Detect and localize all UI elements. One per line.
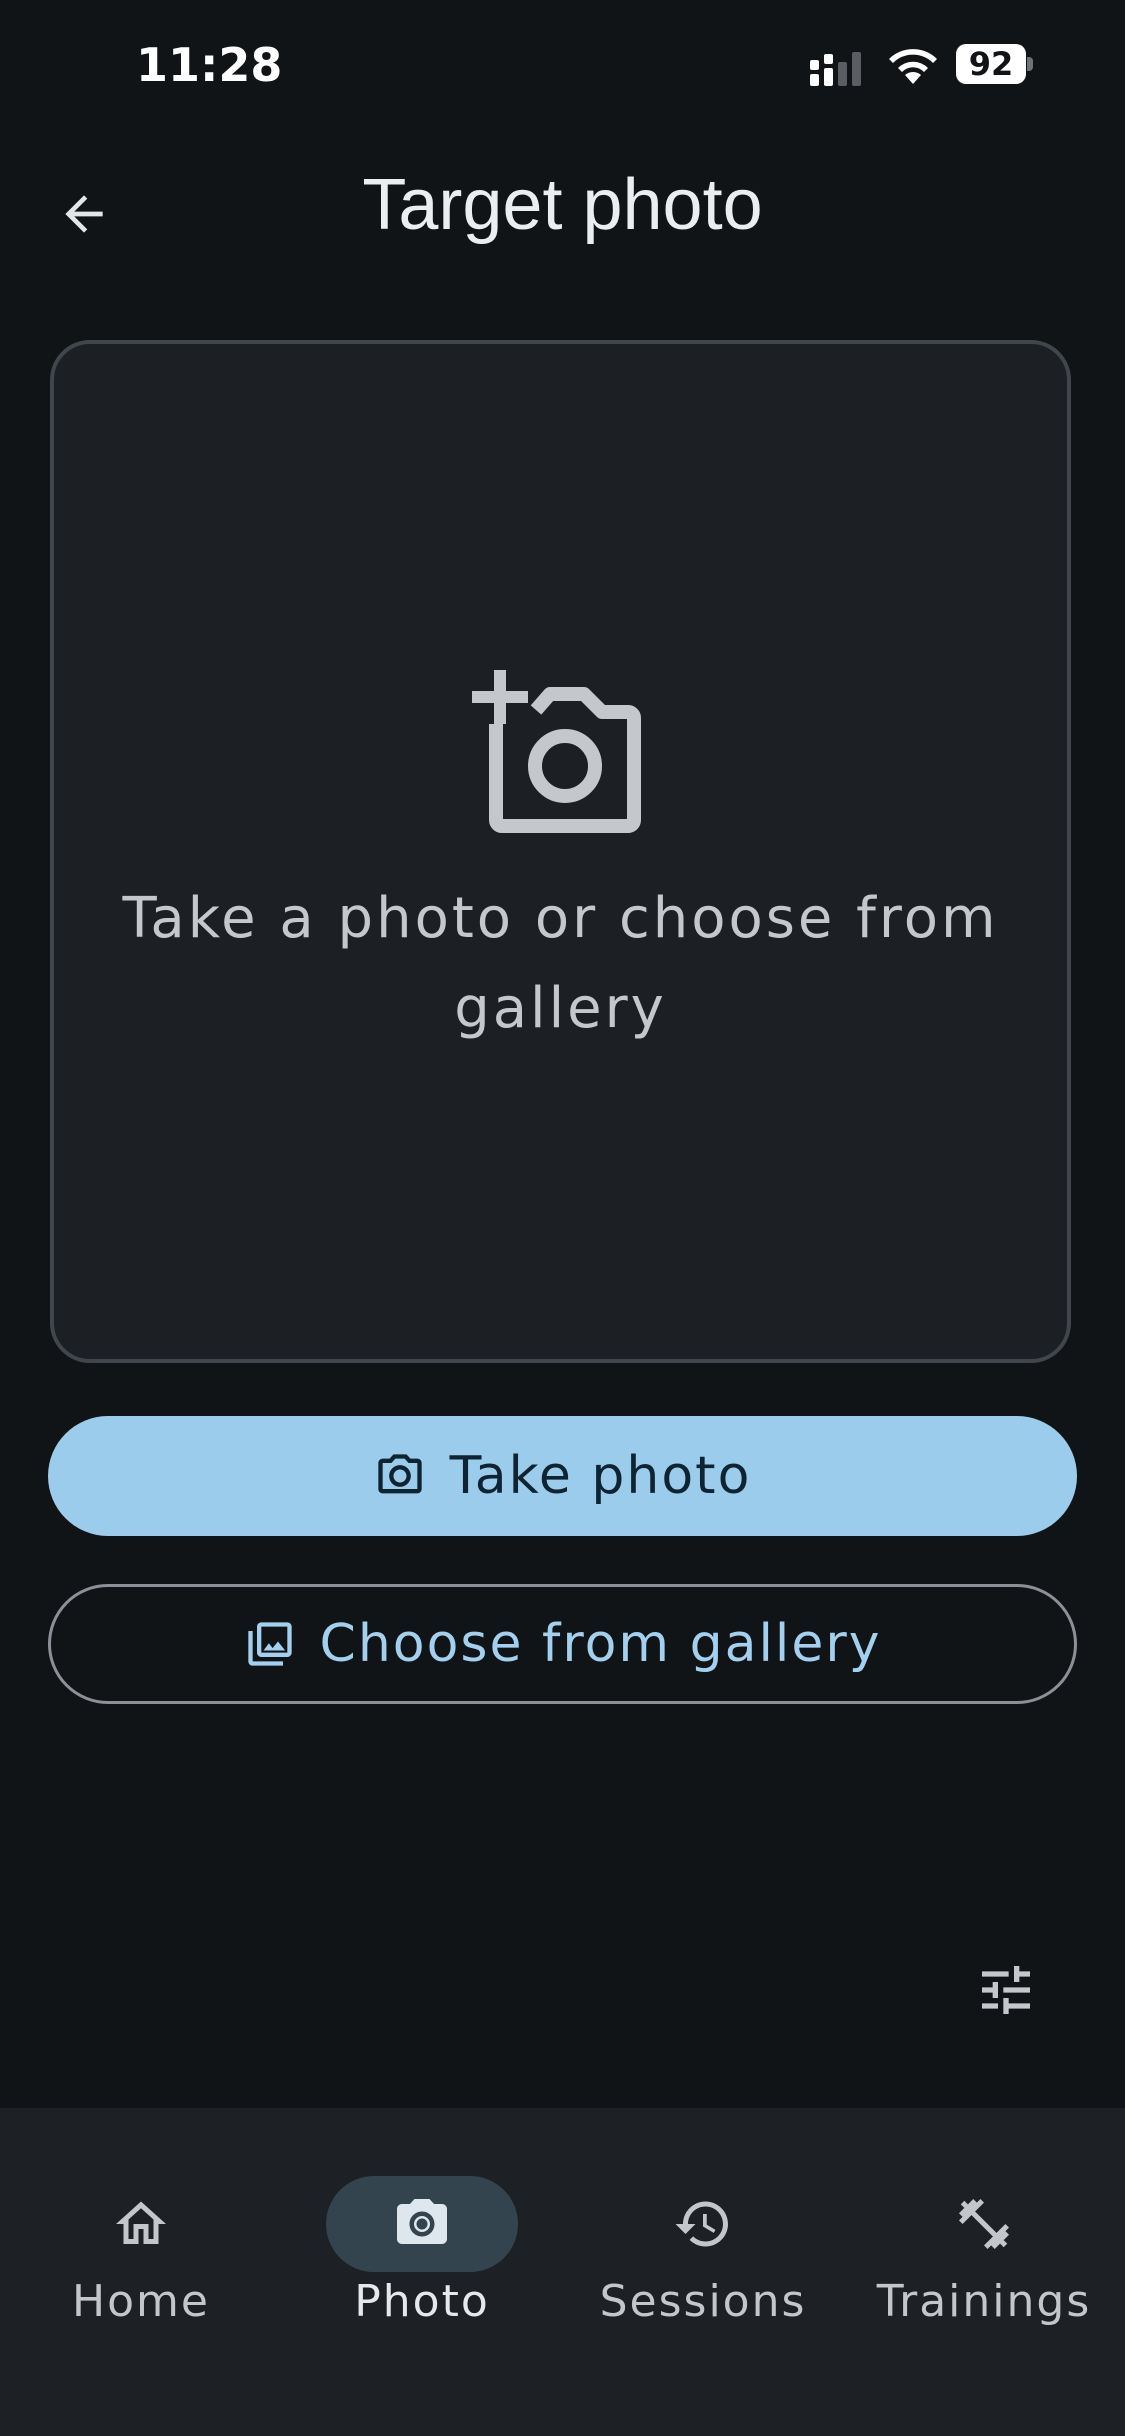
nav-label-home: Home — [72, 2276, 210, 2327]
take-photo-label: Take photo — [449, 1446, 752, 1506]
choose-from-gallery-label: Choose from gallery — [319, 1614, 882, 1674]
camera-icon — [397, 2199, 447, 2244]
choose-from-gallery-button[interactable]: Choose from gallery — [48, 1584, 1077, 1704]
nav-label-photo: Photo — [354, 2276, 490, 2327]
nav-label-trainings: Trainings — [876, 2276, 1092, 2327]
status-bar: 11:28 92 — [0, 0, 1125, 132]
home-icon — [116, 2201, 166, 2244]
tune-icon — [982, 1966, 1030, 2014]
app-bar: Target photo — [0, 140, 1125, 280]
nav-item-home[interactable]: Home — [0, 2142, 282, 2342]
history-icon — [675, 2201, 728, 2247]
nav-label-sessions: Sessions — [599, 2276, 807, 2327]
cellular-signal-icon — [810, 52, 861, 86]
battery-level: 92 — [968, 45, 1014, 83]
take-photo-button[interactable]: Take photo — [48, 1416, 1077, 1536]
photo-library-icon — [244, 1618, 296, 1670]
wifi-icon — [889, 49, 937, 84]
preview-placeholder-text: Take a photo or choose from gallery — [122, 886, 999, 1041]
page-title: Target photo — [362, 165, 763, 245]
camera-icon — [374, 1450, 426, 1502]
fitness-icon — [959, 2199, 1009, 2249]
nav-item-sessions[interactable]: Sessions — [562, 2142, 844, 2342]
nav-item-photo[interactable]: Photo — [281, 2142, 563, 2342]
bottom-navigation: Home Photo Sessions Trainings — [0, 2108, 1125, 2436]
battery-icon: 92 — [956, 44, 1033, 86]
photo-preview-area[interactable]: Take a photo or choose from gallery — [50, 340, 1071, 1363]
tune-button[interactable] — [966, 1950, 1046, 2030]
status-time: 11:28 — [136, 38, 283, 92]
nav-item-trainings[interactable]: Trainings — [843, 2142, 1125, 2342]
add-a-photo-icon — [472, 670, 641, 833]
